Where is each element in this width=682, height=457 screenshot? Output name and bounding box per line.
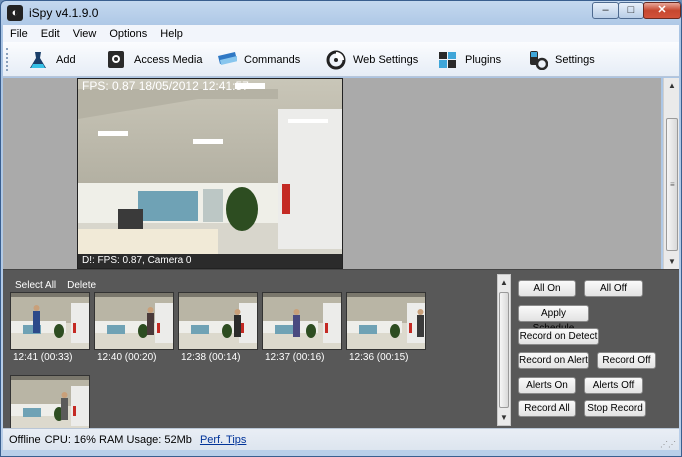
- thumbnail-image: [262, 292, 342, 350]
- close-button[interactable]: ✕: [643, 2, 681, 19]
- camera-view[interactable]: FPS: 0.87 18/05/2012 12:41:57 D!: FPS: 0…: [77, 78, 343, 269]
- menu-bar: File Edit View Options Help: [3, 25, 679, 42]
- resize-grip[interactable]: ⋰⋰: [660, 441, 676, 449]
- thumbnail-caption: 12:40 (00:20): [97, 352, 157, 363]
- camera-viewport: FPS: 0.87 18/05/2012 12:41:57 D!: FPS: 0…: [3, 78, 661, 269]
- thumbnail-image: [10, 375, 90, 433]
- web-settings-icon: [326, 50, 346, 69]
- control-buttons: All On All Off Apply Schedule Record on …: [515, 274, 675, 426]
- add-icon: [30, 51, 46, 68]
- settings-icon: [530, 50, 548, 70]
- main-content: FPS: 0.87 18/05/2012 12:41:57 D!: FPS: 0…: [3, 78, 679, 446]
- apply-schedule-button[interactable]: Apply Schedule: [518, 305, 589, 334]
- web-settings-label: Web Settings: [353, 53, 419, 66]
- recording-thumbnail[interactable]: 12:41 (00:33): [10, 292, 92, 371]
- thumbnails-area: Select All Delete 12:41 (00:33) 12:40 (00…: [7, 274, 497, 446]
- thumbnail-caption: 12:37 (00:16): [265, 352, 325, 363]
- commands-label: Commands: [244, 53, 301, 66]
- maximize-button[interactable]: □: [618, 2, 644, 19]
- thumbs-scroll-up-arrow[interactable]: ▲: [498, 275, 510, 290]
- alerts-on-button[interactable]: Alerts On: [518, 377, 576, 394]
- camera-overlay-text: FPS: 0.87 18/05/2012 12:41:57: [82, 79, 249, 93]
- recording-thumbnail[interactable]: 12:37 (00:16): [262, 292, 344, 371]
- thumbnail-image: [94, 292, 174, 350]
- menu-options[interactable]: Options: [102, 25, 153, 42]
- all-off-button[interactable]: All Off: [584, 280, 643, 297]
- thumbnail-caption: 12:36 (00:15): [349, 352, 409, 363]
- commands-button[interactable]: Commands: [217, 47, 300, 72]
- commands-icon: [218, 51, 237, 65]
- settings-button[interactable]: Settings: [528, 47, 595, 72]
- plugins-icon: [439, 51, 456, 68]
- app-icon: ◐: [7, 5, 23, 21]
- recording-thumbnail[interactable]: 12:38 (00:14): [178, 292, 260, 371]
- bottom-panel: Select All Delete 12:41 (00:33) 12:40 (00…: [3, 269, 679, 446]
- status-bar: Offline CPU: 16% RAM Usage: 52Mb Perf. T…: [3, 428, 679, 450]
- camera-footer-text: D!: FPS: 0.87, Camera 0: [78, 254, 342, 268]
- access-media-button[interactable]: Access Media: [107, 47, 202, 72]
- media-icon: [108, 50, 124, 68]
- menu-edit[interactable]: Edit: [34, 25, 66, 42]
- recording-thumbnail[interactable]: 12:40 (00:20): [94, 292, 176, 371]
- record-off-button[interactable]: Record Off: [597, 352, 656, 369]
- title-bar: ◐ iSpy v4.1.9.0 – □ ✕: [1, 1, 681, 25]
- viewport-scrollbar[interactable]: ▲ ≡ ▼: [663, 78, 679, 269]
- alerts-off-button[interactable]: Alerts Off: [584, 377, 643, 394]
- add-label: Add: [56, 53, 76, 66]
- scroll-thumb[interactable]: ≡: [666, 118, 678, 251]
- thumbnail-caption: 12:38 (00:14): [181, 352, 241, 363]
- web-settings-button[interactable]: Web Settings: [326, 47, 418, 72]
- camera-image: [78, 79, 342, 268]
- delete-link[interactable]: Delete: [67, 280, 96, 291]
- toolbar: Add Access Media Commands Web Settings P…: [3, 42, 679, 77]
- status-usage: CPU: 16% RAM Usage: 52Mb: [44, 433, 192, 446]
- scroll-grip-icon: ≡: [670, 180, 675, 189]
- scroll-down-arrow[interactable]: ▼: [664, 254, 680, 269]
- record-all-button[interactable]: Record All: [518, 400, 576, 417]
- plugins-button[interactable]: Plugins: [438, 47, 501, 72]
- thumbnails-scrollbar[interactable]: ▲ ▼: [497, 274, 511, 426]
- perf-tips-link[interactable]: Perf. Tips: [200, 434, 246, 446]
- thumbnail-caption: 12:41 (00:33): [13, 352, 73, 363]
- thumbs-scroll-thumb[interactable]: [499, 292, 509, 408]
- toolbar-grip[interactable]: [6, 48, 9, 71]
- select-all-link[interactable]: Select All: [15, 280, 56, 291]
- thumbnail-image: [178, 292, 258, 350]
- menu-file[interactable]: File: [3, 25, 34, 42]
- window-title: iSpy v4.1.9.0: [29, 6, 99, 20]
- settings-label: Settings: [555, 53, 595, 66]
- menu-view[interactable]: View: [66, 25, 103, 42]
- all-on-button[interactable]: All On: [518, 280, 576, 297]
- scroll-up-arrow[interactable]: ▲: [664, 78, 680, 93]
- thumbnail-image: [10, 292, 90, 350]
- thumbs-scroll-down-arrow[interactable]: ▼: [498, 410, 510, 425]
- access-media-label: Access Media: [134, 53, 203, 66]
- thumbnail-actions: Select All Delete: [15, 280, 96, 291]
- app-window: ◐ iSpy v4.1.9.0 – □ ✕ File Edit View Opt…: [0, 0, 682, 457]
- recording-thumbnail[interactable]: 12:36 (00:15): [346, 292, 428, 371]
- minimize-button[interactable]: –: [592, 2, 619, 19]
- stop-record-button[interactable]: Stop Record: [584, 400, 646, 417]
- record-on-alert-button[interactable]: Record on Alert: [518, 352, 589, 369]
- plugins-label: Plugins: [465, 53, 502, 66]
- record-on-detect-button[interactable]: Record on Detect: [518, 328, 599, 345]
- menu-help[interactable]: Help: [153, 25, 189, 42]
- status-state: Offline: [9, 433, 41, 446]
- add-button[interactable]: Add: [29, 47, 76, 72]
- thumbnail-image: [346, 292, 426, 350]
